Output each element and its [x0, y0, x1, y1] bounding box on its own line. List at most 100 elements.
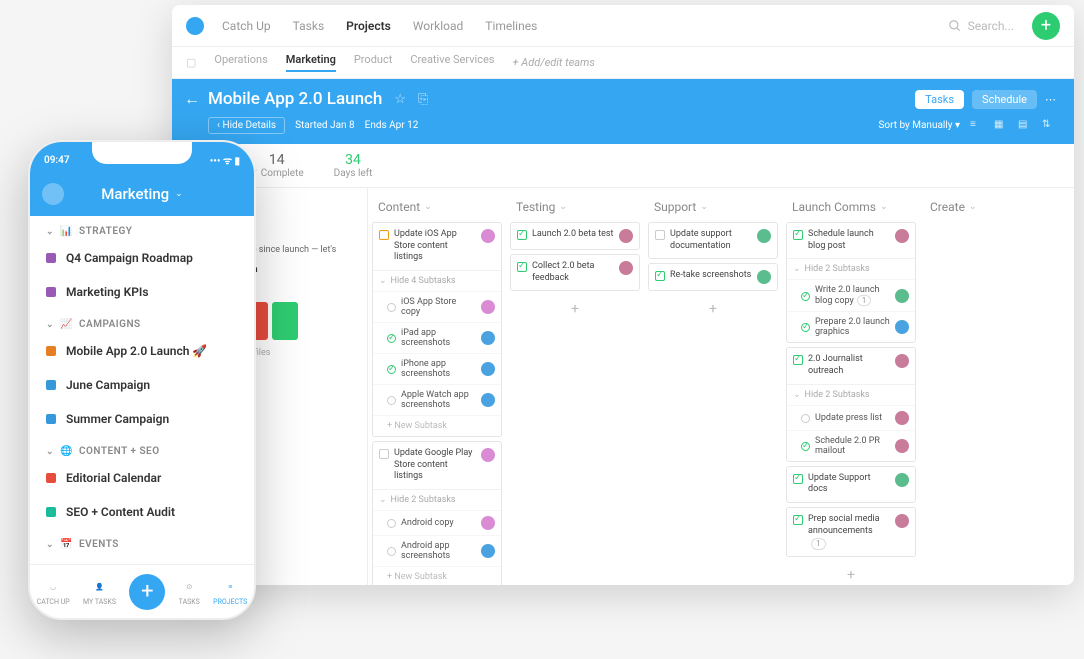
- checkbox[interactable]: [387, 365, 396, 374]
- grid-view-icon[interactable]: ▤: [1018, 119, 1032, 133]
- hide-details-button[interactable]: ‹ Hide Details: [208, 117, 285, 134]
- assignee-avatar[interactable]: [895, 320, 909, 334]
- assignee-avatar[interactable]: [619, 229, 633, 243]
- mobile-project-item[interactable]: June Campaign: [30, 368, 254, 402]
- task-card[interactable]: 2.0 Journalist outreach⌄ Hide 2 Subtasks…: [786, 347, 916, 461]
- task-card[interactable]: Schedule launch blog post⌄ Hide 2 Subtas…: [786, 222, 916, 343]
- mobile-project-list[interactable]: ⌄ 📊 STRATEGYQ4 Campaign RoadmapMarketing…: [30, 216, 254, 564]
- subtasks-toggle[interactable]: ⌄ Hide 2 Subtasks: [787, 258, 915, 279]
- checkbox[interactable]: [387, 547, 396, 556]
- link-icon[interactable]: ⎘: [418, 92, 428, 107]
- column-title[interactable]: Testing ⌄: [510, 196, 640, 218]
- star-icon[interactable]: ☆: [394, 92, 406, 107]
- checkbox[interactable]: [517, 230, 527, 240]
- back-arrow-icon[interactable]: ←: [184, 89, 200, 109]
- add-card-button[interactable]: +: [648, 295, 778, 323]
- assignee-avatar[interactable]: [757, 270, 771, 284]
- checkbox[interactable]: [801, 442, 810, 451]
- checkbox[interactable]: [387, 303, 396, 312]
- checkbox[interactable]: [379, 449, 389, 459]
- nav-tab-projects[interactable]: Projects: [346, 19, 391, 33]
- new-subtask-button[interactable]: + New Subtask: [373, 566, 501, 585]
- mobile-section-header[interactable]: ⌄ 📊 STRATEGY: [30, 216, 254, 241]
- column-title[interactable]: Content ⌄: [372, 196, 502, 218]
- team-tab-marketing[interactable]: Marketing: [286, 53, 336, 72]
- checkbox[interactable]: [801, 292, 810, 301]
- checkbox[interactable]: [801, 414, 810, 423]
- task-card[interactable]: Update support documentation: [648, 222, 778, 259]
- tab-tasks[interactable]: Tasks: [915, 90, 964, 109]
- list-view-icon[interactable]: ≡: [970, 119, 984, 133]
- mobile-project-item[interactable]: Dongle Conference (2018): [30, 554, 254, 564]
- mobile-logo-icon[interactable]: [42, 183, 64, 205]
- assignee-avatar[interactable]: [895, 439, 909, 453]
- chevron-down-icon[interactable]: ⌄: [175, 189, 183, 199]
- sort-dropdown[interactable]: Sort by Manually ▾: [878, 120, 960, 131]
- checkbox[interactable]: [387, 396, 396, 405]
- team-tab-operations[interactable]: Operations: [214, 53, 267, 72]
- subtask[interactable]: Write 2.0 launch blog copy1: [787, 279, 915, 311]
- checkbox[interactable]: [655, 271, 665, 281]
- subtasks-toggle[interactable]: ⌄ Hide 2 Subtasks: [787, 384, 915, 405]
- mobile-section-header[interactable]: ⌄ 📅 EVENTS: [30, 529, 254, 554]
- mobile-project-item[interactable]: Marketing KPIs: [30, 275, 254, 309]
- task-card[interactable]: Collect 2.0 beta feedback: [510, 254, 640, 291]
- assignee-avatar[interactable]: [481, 544, 495, 558]
- nav-tab-tasks[interactable]: Tasks: [293, 19, 325, 33]
- mobile-project-item[interactable]: Summer Campaign: [30, 402, 254, 436]
- checkbox[interactable]: [801, 323, 810, 332]
- checkbox[interactable]: [793, 230, 803, 240]
- checkbox[interactable]: [655, 230, 665, 240]
- mobile-add-button[interactable]: +: [129, 574, 165, 610]
- tab-schedule[interactable]: Schedule: [972, 90, 1037, 109]
- mobile-section-header[interactable]: ⌄ 🌐 CONTENT + SEO: [30, 436, 254, 461]
- filter-icon[interactable]: ⇅: [1042, 119, 1056, 133]
- board-view-icon[interactable]: ▦: [994, 119, 1008, 133]
- task-card[interactable]: Update Support docs: [786, 466, 916, 503]
- subtask[interactable]: Prepare 2.0 launch graphics: [787, 311, 915, 342]
- app-logo-icon[interactable]: [186, 17, 204, 35]
- assignee-avatar[interactable]: [619, 261, 633, 275]
- subtasks-toggle[interactable]: ⌄ Hide 4 Subtasks: [373, 270, 501, 291]
- mobile-project-item[interactable]: Editorial Calendar: [30, 461, 254, 495]
- task-card[interactable]: Update iOS App Store content listings⌄ H…: [372, 222, 502, 437]
- nav-tab-workload[interactable]: Workload: [413, 19, 464, 33]
- assignee-avatar[interactable]: [895, 411, 909, 425]
- assignee-avatar[interactable]: [481, 229, 495, 243]
- mobile-tab-tasks[interactable]: ⊙TASKS: [179, 578, 200, 606]
- assignee-avatar[interactable]: [757, 229, 771, 243]
- search-box[interactable]: Search...: [948, 19, 1014, 33]
- mobile-project-item[interactable]: Mobile App 2.0 Launch 🚀: [30, 334, 254, 368]
- mobile-project-item[interactable]: Q4 Campaign Roadmap: [30, 241, 254, 275]
- assignee-avatar[interactable]: [481, 300, 495, 314]
- subtask[interactable]: iPhone app screenshots: [373, 353, 501, 384]
- checkbox[interactable]: [517, 262, 527, 272]
- project-menu-icon[interactable]: ⋯: [1045, 93, 1056, 106]
- nav-tab-catch-up[interactable]: Catch Up: [222, 19, 271, 33]
- assignee-avatar[interactable]: [895, 354, 909, 368]
- assignee-avatar[interactable]: [895, 229, 909, 243]
- mobile-tab-catch-up[interactable]: ◡CATCH UP: [37, 578, 70, 606]
- checkbox[interactable]: [793, 355, 803, 365]
- subtask[interactable]: Update press list: [787, 405, 915, 430]
- assignee-avatar[interactable]: [481, 331, 495, 345]
- task-card[interactable]: Update Google Play Store content listing…: [372, 441, 502, 585]
- team-tab-creative services[interactable]: Creative Services: [410, 53, 494, 72]
- assignee-avatar[interactable]: [895, 289, 909, 303]
- mobile-tab-my-tasks[interactable]: 👤MY TASKS: [83, 578, 116, 606]
- assignee-avatar[interactable]: [481, 362, 495, 376]
- task-card[interactable]: Launch 2.0 beta test: [510, 222, 640, 250]
- assignee-avatar[interactable]: [481, 448, 495, 462]
- mobile-tab-projects[interactable]: ≡PROJECTS: [213, 578, 247, 606]
- subtask[interactable]: iOS App Store copy: [373, 291, 501, 322]
- subtask[interactable]: iPad app screenshots: [373, 322, 501, 353]
- checkbox[interactable]: [793, 474, 803, 484]
- attachment-thumb[interactable]: [272, 302, 298, 340]
- subtask[interactable]: Schedule 2.0 PR mailout: [787, 430, 915, 461]
- assignee-avatar[interactable]: [895, 473, 909, 487]
- assignee-avatar[interactable]: [481, 516, 495, 530]
- column-title[interactable]: Support ⌄: [648, 196, 778, 218]
- checkbox[interactable]: [793, 515, 803, 525]
- nav-tab-timelines[interactable]: Timelines: [485, 19, 537, 33]
- assignee-avatar[interactable]: [481, 393, 495, 407]
